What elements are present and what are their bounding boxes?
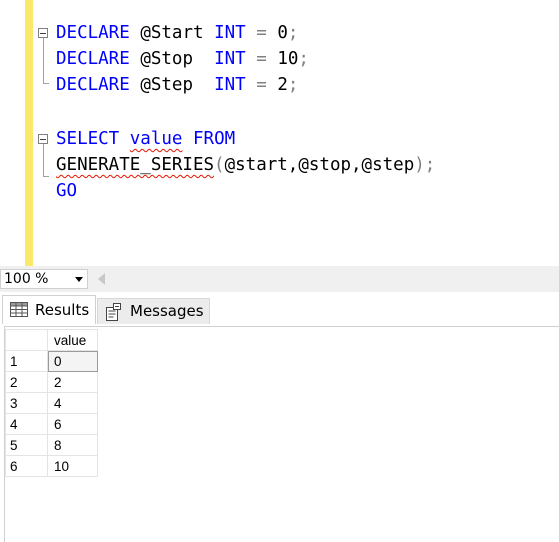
tab-messages[interactable]: Messages — [97, 298, 210, 324]
fold-guide-end — [43, 176, 49, 177]
grid-cell[interactable]: 10 — [47, 455, 98, 477]
results-table[interactable]: value 1 0 2 2 3 4 4 6 5 8 6 10 — [5, 329, 98, 477]
semicolon: ; — [287, 23, 299, 43]
keyword-select: SELECT — [56, 129, 120, 149]
zoom-dropdown[interactable]: 100 % — [0, 269, 88, 289]
tab-results-label: Results — [35, 301, 90, 319]
collapse-declare-icon[interactable] — [38, 28, 48, 38]
change-tracking-margin — [25, 0, 33, 266]
table-row[interactable]: 3 4 — [5, 392, 98, 414]
collapse-select-icon[interactable] — [38, 134, 48, 144]
header-row: value — [5, 329, 98, 351]
grid-cell[interactable]: 2 — [47, 371, 98, 393]
table-row[interactable]: 2 2 — [5, 371, 98, 393]
row-number[interactable]: 1 — [5, 350, 48, 372]
fold-guide — [43, 144, 44, 176]
grid-cell[interactable]: 8 — [47, 434, 98, 456]
operator-equals: = — [256, 75, 267, 95]
function-generate-series: GENERATE_SERIES — [56, 155, 215, 175]
fold-guide — [43, 38, 44, 83]
keyword-declare: DECLARE — [56, 49, 130, 69]
grid-icon — [10, 302, 28, 317]
results-grid[interactable]: value 1 0 2 2 3 4 4 6 5 8 6 10 — [4, 326, 559, 542]
semicolon: ; — [424, 155, 436, 175]
code-line-3[interactable]: DECLARE @Step INT = 2; — [56, 72, 298, 98]
value-literal: 0 — [277, 23, 288, 43]
variable-start: @Start — [140, 23, 204, 43]
paren-close: ) — [414, 155, 425, 175]
messages-icon — [106, 303, 121, 321]
tab-results[interactable]: Results — [2, 295, 96, 324]
type-int: INT — [214, 23, 246, 43]
chevron-down-icon[interactable] — [75, 277, 83, 282]
grid-cell[interactable]: 4 — [47, 392, 98, 414]
keyword-from: FROM — [193, 129, 236, 149]
row-number[interactable]: 6 — [5, 455, 48, 477]
value-literal: 10 — [277, 49, 299, 69]
row-number[interactable]: 3 — [5, 392, 48, 414]
type-int: INT — [214, 75, 246, 95]
keyword-declare: DECLARE — [56, 75, 130, 95]
table-row[interactable]: 1 0 — [5, 350, 98, 372]
row-number[interactable]: 4 — [5, 413, 48, 435]
code-line-5[interactable]: SELECT value FROM — [56, 126, 235, 152]
scroll-left-arrow-icon[interactable] — [98, 273, 105, 285]
semicolon: ; — [287, 75, 299, 95]
grid-cell[interactable]: 6 — [47, 413, 98, 435]
code-line-1[interactable]: DECLARE @Start INT = 0; — [56, 20, 298, 46]
table-row[interactable]: 5 8 — [5, 434, 98, 456]
zoom-value: 100 % — [4, 271, 49, 287]
code-line-7[interactable]: GO — [56, 178, 77, 204]
operator-equals: = — [256, 23, 267, 43]
row-number[interactable]: 2 — [5, 371, 48, 393]
variable-step: @Step — [140, 75, 193, 95]
table-row[interactable]: 4 6 — [5, 413, 98, 435]
column-header-value[interactable]: value — [47, 329, 98, 351]
semicolon: ; — [298, 49, 309, 69]
tab-messages-label: Messages — [130, 302, 204, 320]
results-tabstrip: Results Messages — [0, 292, 559, 326]
type-int: INT — [214, 49, 246, 69]
variable-stop: @Stop — [140, 49, 193, 69]
keyword-declare: DECLARE — [56, 23, 130, 43]
paren-open: ( — [214, 155, 225, 175]
query-editor[interactable]: DECLARE @Start INT = 0; DECLARE @Stop IN… — [0, 0, 559, 266]
code-line-6[interactable]: GENERATE_SERIES(@start,@stop,@step); — [56, 152, 435, 178]
editor-status-bar: 100 % — [0, 266, 559, 292]
row-number-header[interactable] — [5, 329, 48, 351]
function-arguments: @start,@stop,@step — [224, 155, 415, 175]
operator-equals: = — [256, 49, 267, 69]
row-number[interactable]: 5 — [5, 434, 48, 456]
value-literal: 2 — [277, 75, 288, 95]
keyword-go: GO — [56, 181, 78, 201]
fold-guide-end — [43, 83, 49, 84]
table-row[interactable]: 6 10 — [5, 455, 98, 477]
grid-cell[interactable]: 0 — [47, 350, 98, 372]
column-value: value — [129, 129, 183, 149]
code-line-2[interactable]: DECLARE @Stop INT = 10; — [56, 46, 309, 72]
